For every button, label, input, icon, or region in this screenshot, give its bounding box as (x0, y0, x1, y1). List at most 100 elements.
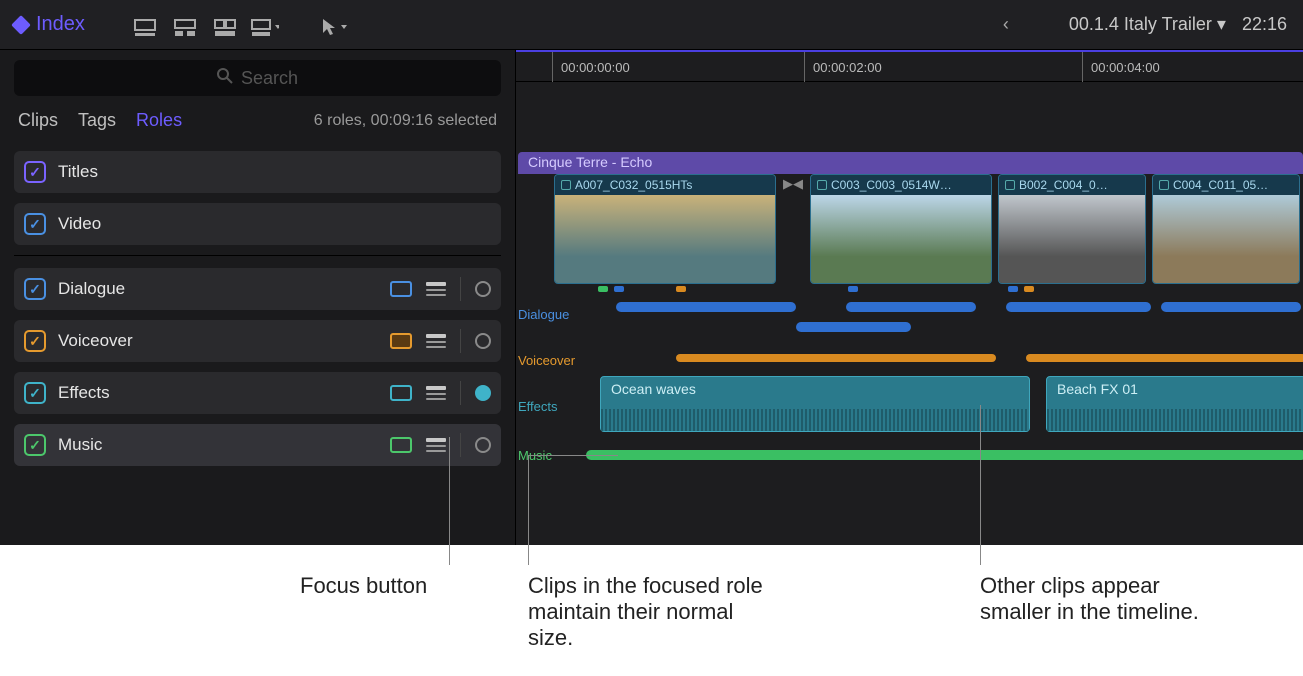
roles-status: 6 roles, 00:09:16 selected (314, 112, 497, 130)
index-toggle[interactable]: Index (8, 7, 103, 42)
voiceover-clip[interactable] (676, 354, 996, 362)
video-clip[interactable]: C004_C011_05… (1152, 174, 1300, 284)
search-input[interactable]: Search (14, 60, 501, 96)
checkbox-icon[interactable] (24, 382, 46, 404)
focus-button[interactable] (475, 437, 491, 453)
role-label: Video (58, 214, 491, 234)
timeline[interactable]: 00:00:00:00 00:00:02:00 00:00:04:00 Cinq… (516, 50, 1303, 545)
index-sidebar: Search Clips Tags Roles 6 roles, 00:09:1… (0, 50, 516, 545)
clip-appearance-1[interactable] (131, 13, 159, 37)
lane-label: Voiceover (518, 353, 598, 368)
clip-appearance-3[interactable] (211, 13, 239, 37)
ruler-tick: 00:00:02:00 (804, 52, 882, 82)
dialogue-clip[interactable] (846, 302, 976, 312)
dialogue-clip[interactable] (796, 322, 911, 332)
index-icon (11, 15, 31, 35)
select-tool-group (319, 13, 347, 37)
clip-name: Ocean waves (611, 381, 696, 397)
role-label: Voiceover (58, 331, 390, 351)
callout-other-clips: Other clips appear smaller in the timeli… (980, 573, 1210, 625)
checkbox-icon[interactable] (24, 161, 46, 183)
index-label: Index (36, 13, 85, 36)
role-label: Effects (58, 383, 390, 403)
tab-clips[interactable]: Clips (18, 110, 58, 131)
app-window: Index ‹ 00.1.4 Italy Trailer ▾ 22:16 Sea… (0, 0, 1303, 676)
checkbox-icon[interactable] (24, 213, 46, 235)
index-tabs: Clips Tags Roles 6 roles, 00:09:16 selec… (0, 102, 515, 145)
tab-roles[interactable]: Roles (136, 110, 182, 131)
clip-appearance-group (131, 13, 279, 37)
project-timecode: 22:16 (1242, 14, 1287, 35)
ruler-tick: 00:00:04:00 (1082, 52, 1160, 82)
timeline-ruler[interactable]: 00:00:00:00 00:00:02:00 00:00:04:00 (516, 52, 1303, 82)
lane-label: Dialogue (518, 307, 598, 322)
project-title-menu[interactable]: 00.1.4 Italy Trailer ▾ (1069, 14, 1226, 35)
callout-focus: Focus button (300, 573, 427, 599)
roles-list: Titles Video Dialogue (0, 145, 515, 482)
focus-button[interactable] (475, 281, 491, 297)
search-icon (217, 68, 233, 89)
video-track: A007_C032_0515HTs ▶◀ C003_C003_0514W… B0… (518, 174, 1303, 284)
clip-name: C003_C003_0514W… (811, 175, 991, 195)
clip-size-icon[interactable] (390, 281, 412, 297)
lane-order-icon[interactable] (426, 438, 446, 452)
checkbox-icon[interactable] (24, 434, 46, 456)
tab-tags[interactable]: Tags (78, 110, 116, 131)
clip-name: B002_C004_0… (999, 175, 1145, 195)
effects-clip[interactable]: Ocean waves (600, 376, 1030, 432)
lane-order-icon[interactable] (426, 334, 446, 348)
role-row-titles[interactable]: Titles (14, 151, 501, 193)
leader-line (528, 455, 529, 565)
role-row-voiceover[interactable]: Voiceover (14, 320, 501, 362)
dialogue-clip[interactable] (1161, 302, 1301, 312)
role-label: Music (58, 435, 390, 455)
focus-button[interactable] (475, 385, 491, 401)
video-clip[interactable]: C003_C003_0514W… (810, 174, 992, 284)
clip-thumbnail (811, 195, 991, 283)
clip-thumbnail (999, 195, 1145, 283)
toolbar: Index ‹ 00.1.4 Italy Trailer ▾ 22:16 (0, 0, 1303, 50)
clip-size-icon[interactable] (390, 437, 412, 453)
effects-clip[interactable]: Beach FX 01 (1046, 376, 1303, 432)
lane-order-icon[interactable] (426, 386, 446, 400)
clip-name: C004_C011_05… (1153, 175, 1299, 195)
annotation-layer: Focus button Clips in the focused role m… (0, 545, 1303, 676)
role-label: Titles (58, 162, 491, 182)
clip-size-icon[interactable] (390, 385, 412, 401)
project-back-button[interactable]: ‹ (1003, 14, 1009, 35)
checkbox-icon[interactable] (24, 330, 46, 352)
checkbox-icon[interactable] (24, 278, 46, 300)
dialogue-clip[interactable] (1006, 302, 1151, 312)
role-row-video[interactable]: Video (14, 203, 501, 245)
lane-label: Effects (518, 399, 588, 414)
clip-name: A007_C032_0515HTs (555, 175, 775, 195)
leader-line (528, 455, 618, 456)
waveform-icon (601, 409, 1029, 431)
focus-button[interactable] (475, 333, 491, 349)
lane-order-icon[interactable] (426, 282, 446, 296)
clip-size-icon[interactable] (390, 333, 412, 349)
clip-thumbnail (555, 195, 775, 283)
clip-appearance-2[interactable] (171, 13, 199, 37)
clip-appearance-menu[interactable] (251, 13, 279, 37)
video-clip[interactable]: A007_C032_0515HTs (554, 174, 776, 284)
dialogue-clip[interactable] (616, 302, 796, 312)
role-label: Dialogue (58, 279, 390, 299)
music-clip[interactable] (586, 450, 1303, 460)
waveform-icon (1047, 409, 1303, 431)
clip-thumbnail (1153, 195, 1299, 283)
title-clip[interactable]: Cinque Terre - Echo (518, 152, 1303, 174)
voiceover-clip[interactable] (1026, 354, 1303, 362)
clip-name: Beach FX 01 (1057, 381, 1138, 397)
role-row-music[interactable]: Music (14, 424, 501, 466)
video-clip[interactable]: B002_C004_0… (998, 174, 1146, 284)
leader-line (449, 437, 450, 565)
transition-icon[interactable]: ▶◀ (782, 174, 804, 284)
ruler-tick: 00:00:00:00 (552, 52, 630, 82)
leader-line (980, 405, 981, 565)
select-tool-menu[interactable] (319, 13, 347, 37)
callout-focused-role: Clips in the focused role maintain their… (528, 573, 778, 651)
search-placeholder: Search (241, 68, 298, 89)
role-row-dialogue[interactable]: Dialogue (14, 268, 501, 310)
role-row-effects[interactable]: Effects (14, 372, 501, 414)
